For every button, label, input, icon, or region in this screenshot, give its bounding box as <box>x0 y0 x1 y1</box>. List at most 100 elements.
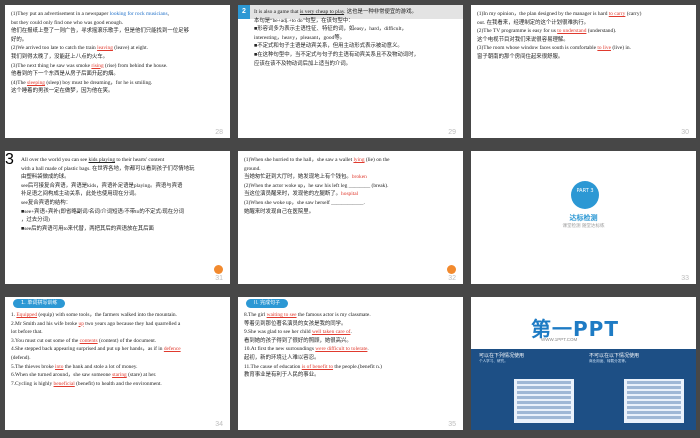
text-line: 3.You must cut out some of the contents … <box>11 337 224 346</box>
text-line: ground. <box>244 165 457 174</box>
slide-thumbnail[interactable]: (1)When she hurried to the hall，she saw … <box>238 151 463 284</box>
text-line: 9.She was glad to see her child well tak… <box>244 328 457 337</box>
slide-thumbnail[interactable]: II. 完成句子 8.The girl waiting to see the fa… <box>238 297 463 430</box>
highlight-text: looking for rock musicians <box>109 11 168 17</box>
line-text: It is also a game that <box>254 9 300 15</box>
line-text: (lie) on the <box>364 157 390 163</box>
line-text: (2)The TV programme is easy for us <box>477 28 558 35</box>
slide-thumbnail[interactable]: PART 3 达标检测 课堂检测 随堂达标练 33 <box>471 151 696 284</box>
line-text: ，过去分词) <box>21 217 50 224</box>
line-text: the famous actor is my classmate. <box>296 312 371 318</box>
answer-text: sleeping <box>27 79 45 86</box>
line-text: ground. <box>244 165 261 172</box>
line-text: (1)In my opinion，the plan designed by th… <box>477 11 609 17</box>
text-line: 5.The thieves broke into the bank and st… <box>11 363 224 372</box>
text-line: 他看到的下一个东西是从房子后面升起的烟。 <box>11 70 224 79</box>
slide-thumbnail[interactable]: 1. 单词拼写训练 1. Equipped (equip) with some t… <box>5 297 230 430</box>
answer-text: were difficult to tolerate <box>315 346 368 353</box>
text-line: (2)When the actor woke up，he saw his lef… <box>244 182 457 191</box>
answer-text: contents <box>79 337 98 344</box>
line-text: 当这位演员醒来时，发现他的左腿断了。 <box>244 191 342 198</box>
text-line: 本句是“be+adj.+to do”句型，在该句型中： <box>254 17 457 26</box>
text-line: 教育事业是有利于人民的事业。 <box>244 371 457 380</box>
text-line: with a ball made of plastic bags. 在世界各地，… <box>21 165 224 174</box>
line-text: see后可接复合宾语，宾语是kids，宾语补足语是playing。宾语与宾语 <box>21 182 183 189</box>
text-line: 补足语之间构成主动关系，此处也使用现在分词。 <box>21 190 224 199</box>
line-text: two years ago because they had quarrelle… <box>83 320 181 327</box>
line-text: (live) in. <box>611 45 631 52</box>
answer-text: to understand <box>557 28 587 35</box>
line-text: the people.(benefit n.) <box>333 363 382 370</box>
answer-text: staring <box>112 372 127 379</box>
line-text: interesting，heavy，pleasant，good等。 <box>254 34 346 41</box>
line-text: (3)When she woke up，she saw herself ____… <box>244 199 365 206</box>
text-line: 7.Cycling is highly beneficial (benefit)… <box>11 380 224 389</box>
section-title: 达标检测 <box>569 214 598 222</box>
line-text: 等着见到那位著名演员的女孩是我的同学。 <box>244 320 347 327</box>
line-text: 好的。 <box>11 36 28 43</box>
line-text: see复合宾语的结构： <box>21 199 72 206</box>
text-line: 8.The girl waiting to see the famous act… <box>244 311 457 320</box>
line-text: with a ball made of plastic bags. 在世界各地，… <box>21 165 195 172</box>
slide-thumbnail[interactable]: (1)In my opinion，the plan designed by th… <box>471 5 696 138</box>
text-line: 由塑料袋做成的球。 <box>21 173 224 182</box>
slide-thumbnail[interactable]: 3 All over the world you can see kids pla… <box>5 151 230 284</box>
line-text: 6.When she turned around，she saw someone <box>11 372 113 379</box>
answer-text: leaving <box>97 45 113 52</box>
home-icon[interactable] <box>214 265 223 274</box>
line-text: 他们在报纸上登了一则广告，寻求摇滚乐歌手，但是他们只能找到一位足够 <box>11 28 189 35</box>
line-text: 他看到的下一个东西是从房子后面升起的烟。 <box>11 71 119 78</box>
text-line: 4.She stepped back appearing surprised a… <box>11 345 224 354</box>
section-subtitle: 课堂检测 随堂达标练 <box>562 224 605 229</box>
line-text: 窗子朝南的那个房间住起来很舒服。 <box>477 53 564 60</box>
text-line: 当她匆忙赶到大厅时，她发现地上有个钱包。broken <box>244 173 457 182</box>
text-line: (4)The sleeping (sleep) boy must be drea… <box>11 79 224 88</box>
underlined-text: kids playing <box>88 157 116 163</box>
line-text: the bank and stole a lot of money. <box>63 363 138 370</box>
hint-text: hospital <box>341 191 359 198</box>
line-text: 她醒来时发现自己在医院里。 <box>244 208 315 215</box>
line-text: 11.The cause of education <box>244 363 302 370</box>
home-icon[interactable] <box>447 265 456 274</box>
answer-text: is of benefit to <box>301 363 334 370</box>
text-line: (1)When she hurried to the hall，she saw … <box>244 156 457 165</box>
exercise-header: II. 完成句子 <box>246 299 289 308</box>
text-line: out. 在我看来，经理制定的这个计划很难执行。 <box>477 19 690 28</box>
line-text: (carry) <box>625 11 642 17</box>
text-line: (1)They put an advertisement in a newspa… <box>11 10 224 19</box>
line-text: 本句是“be+adj.+to do”句型，在该句型中： <box>254 17 354 24</box>
text-line: 她醒来时发现自己在医院里。 <box>244 208 457 217</box>
slide-body: It is also a game that is very cheap to … <box>254 8 457 68</box>
slide-thumbnail[interactable]: 2 It is also a game that is very cheap to… <box>238 5 463 138</box>
line-text: (1)When she hurried to the hall，she saw … <box>244 157 354 163</box>
text-line: ■不定式和句子主语是动宾关系，但用主动形式表示被动意义。 <box>254 42 457 51</box>
text-line: It is also a game that is very cheap to … <box>254 8 457 17</box>
right-link-list[interactable] <box>624 379 684 423</box>
text-line: interesting，heavy，pleasant，good等。 <box>254 34 457 43</box>
line-text: 教育事业是有利于人民的事业。 <box>244 372 320 379</box>
line-text: (2)When the actor woke up，he saw his lef… <box>244 182 389 189</box>
line-text: (equip) with some tools，the farmers walk… <box>37 312 177 318</box>
text-line: All over the world you can see kids play… <box>21 156 224 165</box>
part-badge: PART 3 <box>571 181 599 209</box>
text-line: 起初，新的环境让人难以容忍。 <box>244 354 457 363</box>
text-line: (defend). <box>11 354 224 363</box>
answer-text: waiting to see <box>266 312 297 318</box>
answer-text: to carry <box>608 11 626 17</box>
line-text: (4)The <box>11 79 28 86</box>
text-line: (2)We arrived too late to catch the trai… <box>11 44 224 53</box>
text-line: (3)The room whose window faces south is … <box>477 44 690 53</box>
answer-text: well taken care of <box>311 329 351 336</box>
line-text: ■在这种句型中，当不定式与句子的主语有动宾关系且不及物动词时， <box>254 51 419 58</box>
answer-text: rising <box>91 62 104 69</box>
line-text: (sleep) boy must be dreaming，for he is s… <box>44 79 153 86</box>
line-text: ■形容词多为表示主语性征、特征的词，如easy，hard，difficult， <box>254 26 407 33</box>
line-text: to their hearts' content <box>115 157 165 163</box>
slide-thumbnail[interactable]: (1)They put an advertisement in a newspa… <box>5 5 230 138</box>
line-text: 10.At first the new surroundings <box>244 346 316 353</box>
answer-text: to live <box>597 45 611 52</box>
slide-thumbnail[interactable]: 第一PPT WWW.1PPT.COM 可以在下列情况使用 个人学习、研究。 不可以在以下… <box>471 297 696 430</box>
text-line: 1. Equipped (equip) with some tools，the … <box>11 311 224 320</box>
left-link-list[interactable] <box>514 379 574 423</box>
line-text: (leave) at eight. <box>112 45 148 52</box>
